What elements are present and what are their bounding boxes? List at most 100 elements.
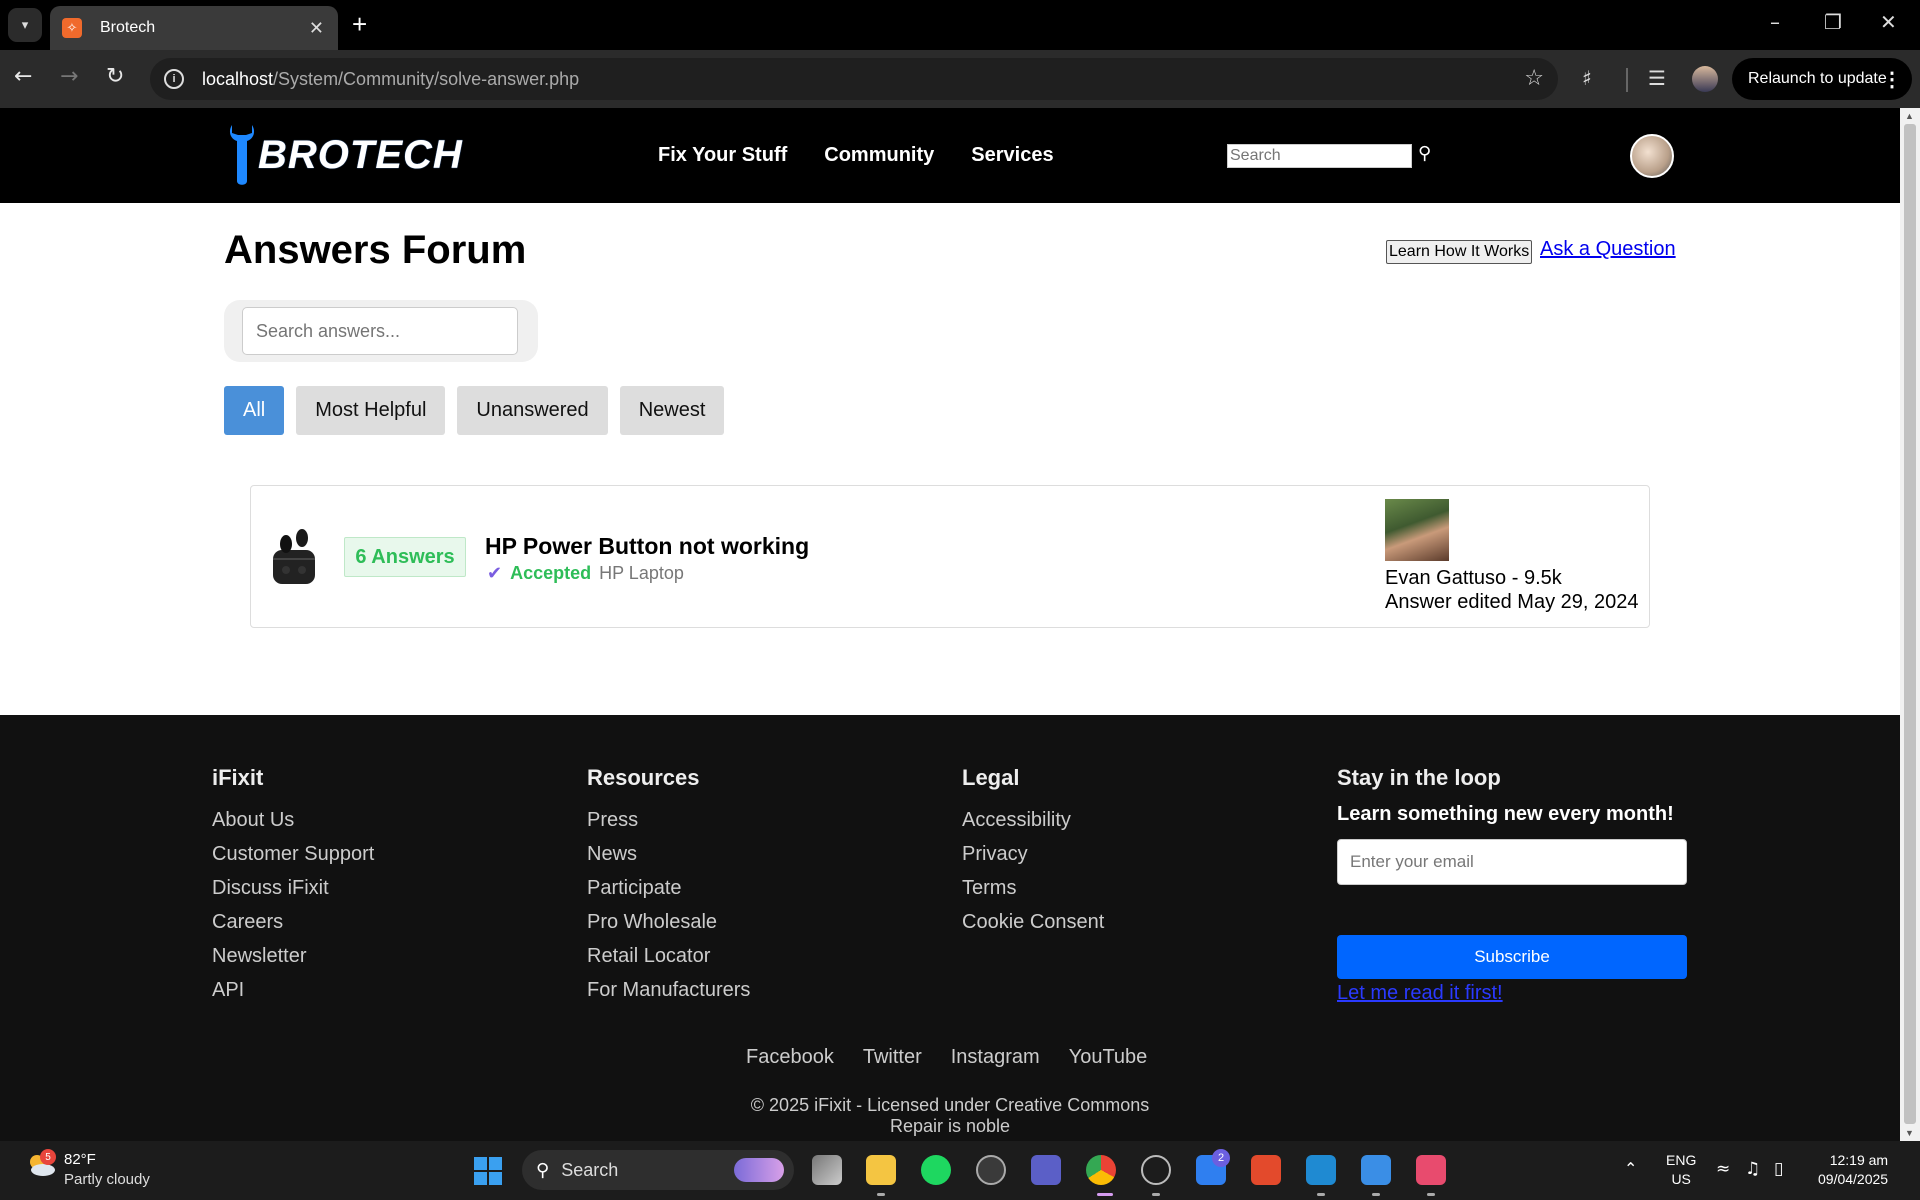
app-running-indicator [1152,1193,1160,1196]
snipping-tool-icon[interactable] [1416,1155,1446,1185]
extensions-puzzle-icon[interactable]: ♯ [1582,66,1592,90]
site-info-icon[interactable]: i [164,69,184,89]
footer-col-title: Legal [962,765,1020,790]
media-controls-icon[interactable]: ☰ [1648,66,1666,90]
read-first-link[interactable]: Let me read it first! [1337,982,1503,1005]
footer-link-participate[interactable]: Participate [587,871,750,905]
weather-description[interactable]: Partly cloudy [64,1171,150,1188]
task-view-icon[interactable] [812,1155,842,1185]
question-title[interactable]: HP Power Button not working [485,533,809,560]
subscribe-button[interactable]: Subscribe [1337,935,1687,979]
newsletter-title: Stay in the loop [1337,765,1501,790]
footer-link-about-us[interactable]: About Us [212,803,374,837]
filter-newest-button[interactable]: Newest [619,386,725,435]
back-arrow-icon[interactable]: ← [14,64,32,89]
filter-most-helpful-button[interactable]: Most Helpful [296,386,446,435]
toolbar-divider [1626,68,1628,92]
social-facebook-link[interactable]: Facebook [746,1046,834,1069]
footer-link-for-manufacturers[interactable]: For Manufacturers [587,973,750,1007]
restore-icon[interactable]: ❐ [1824,10,1842,34]
clock-date: 09/04/2025 [1818,1171,1889,1187]
footer-link-customer-support[interactable]: Customer Support [212,837,374,871]
language-indicator[interactable]: ENG US [1666,1151,1696,1189]
footer-link-newsletter[interactable]: Newsletter [212,939,374,973]
footer-link-privacy[interactable]: Privacy [962,837,1104,871]
header-search-input[interactable] [1227,144,1412,168]
search-icon: ⚲ [536,1159,550,1181]
footer-link-accessibility[interactable]: Accessibility [962,803,1104,837]
footer-link-pro-wholesale[interactable]: Pro Wholesale [587,905,750,939]
battery-icon[interactable]: ▯ [1774,1159,1783,1179]
browser-tab-bar: ▾ ✧ Brotech ✕ + – ❐ ✕ [0,0,1920,50]
footer-link-discuss-ifixit[interactable]: Discuss iFixit [212,871,374,905]
system-clock[interactable]: 12:19 am 09/04/2025 [1818,1151,1888,1189]
notepad-icon[interactable] [1361,1155,1391,1185]
footer-link-careers[interactable]: Careers [212,905,374,939]
footer-link-api[interactable]: API [212,973,374,1007]
tab-close-icon[interactable]: ✕ [309,18,324,39]
taskbar-search[interactable]: ⚲ Search [522,1150,794,1190]
file-explorer-icon[interactable] [866,1155,896,1185]
app-running-indicator [1317,1193,1325,1196]
filter-all-button[interactable]: All [224,386,285,435]
bookmark-star-icon[interactable]: ☆ [1524,66,1544,91]
author-avatar[interactable] [1385,499,1449,561]
relaunch-to-update-button[interactable]: Relaunch to update ⋮ [1732,58,1912,100]
browser-profile-avatar[interactable] [1692,66,1718,92]
brotech-logo[interactable]: BROTECH [228,122,463,188]
chrome-icon[interactable] [1086,1155,1116,1185]
scroll-thumb[interactable] [1904,124,1916,1124]
wifi-icon[interactable]: ≈ [1716,1159,1730,1179]
footer-link-press[interactable]: Press [587,803,750,837]
footer-col-resources: Resources Press News Participate Pro Who… [587,765,750,1007]
learn-how-it-works-button[interactable]: Learn How It Works [1386,240,1533,264]
app-running-indicator [877,1193,885,1196]
page-title: Answers Forum [224,228,527,272]
user-avatar[interactable] [1630,134,1674,178]
question-card[interactable]: 6 Answers HP Power Button not working ✔ … [250,485,1650,628]
footer-link-news[interactable]: News [587,837,750,871]
obs-icon[interactable] [1141,1155,1171,1185]
scroll-down-icon[interactable]: ▼ [1905,1128,1914,1138]
scroll-up-icon[interactable]: ▲ [1905,111,1914,121]
copyright: © 2025 iFixit - Licensed under Creative … [0,1095,1900,1137]
social-youtube-link[interactable]: YouTube [1069,1046,1148,1069]
newsletter-email-field[interactable]: Enter your email [1337,839,1687,885]
social-twitter-link[interactable]: Twitter [863,1046,922,1069]
footer-col-ifixit: iFixit About Us Customer Support Discuss… [212,765,374,1007]
footer-link-terms[interactable]: Terms [962,871,1104,905]
volume-icon[interactable]: ♫ [1745,1159,1760,1179]
temperature[interactable]: 82°F [64,1151,96,1168]
social-instagram-link[interactable]: Instagram [951,1046,1040,1069]
vscode-icon[interactable] [1306,1155,1336,1185]
teams-icon[interactable] [1031,1155,1061,1185]
address-bar[interactable]: i localhost/System/Community/solve-answe… [150,58,1558,100]
new-tab-plus-icon[interactable]: + [352,10,367,38]
close-window-icon[interactable]: ✕ [1880,10,1897,34]
browser-tab[interactable]: ✧ Brotech ✕ [50,6,338,50]
device-tag[interactable]: HP Laptop [599,563,684,584]
wps-office-icon[interactable] [1251,1155,1281,1185]
nav-fix-your-stuff[interactable]: Fix Your Stuff [658,144,787,167]
tray-overflow-chevron-icon[interactable]: ⌃ [1624,1159,1637,1178]
more-menu-icon[interactable]: ⋮ [1882,67,1902,92]
ask-question-link[interactable]: Ask a Question [1540,238,1676,261]
footer-link-retail-locator[interactable]: Retail Locator [587,939,750,973]
xampp-favicon-icon: ✧ [62,18,82,38]
page-scrollbar[interactable]: ▲ ▼ [1900,108,1920,1141]
nav-services[interactable]: Services [971,144,1053,167]
minimize-icon[interactable]: – [1770,10,1780,34]
tab-list-chevron-icon[interactable]: ▾ [8,8,42,42]
forward-arrow-icon[interactable]: → [60,64,78,89]
footer-link-cookie-consent[interactable]: Cookie Consent [962,905,1104,939]
windows-start-icon[interactable] [474,1157,502,1185]
search-answers-input[interactable] [242,307,518,355]
search-icon[interactable]: ⚲ [1418,143,1431,164]
windows-taskbar: 5 82°F Partly cloudy ⚲ Search 2 ⌃ ENG US… [0,1141,1920,1200]
nav-community[interactable]: Community [824,144,934,167]
media-player-icon[interactable] [976,1155,1006,1185]
spotify-icon[interactable] [921,1155,951,1185]
reload-icon[interactable]: ↻ [106,64,124,89]
app-active-indicator [1097,1193,1113,1196]
filter-unanswered-button[interactable]: Unanswered [457,386,608,435]
